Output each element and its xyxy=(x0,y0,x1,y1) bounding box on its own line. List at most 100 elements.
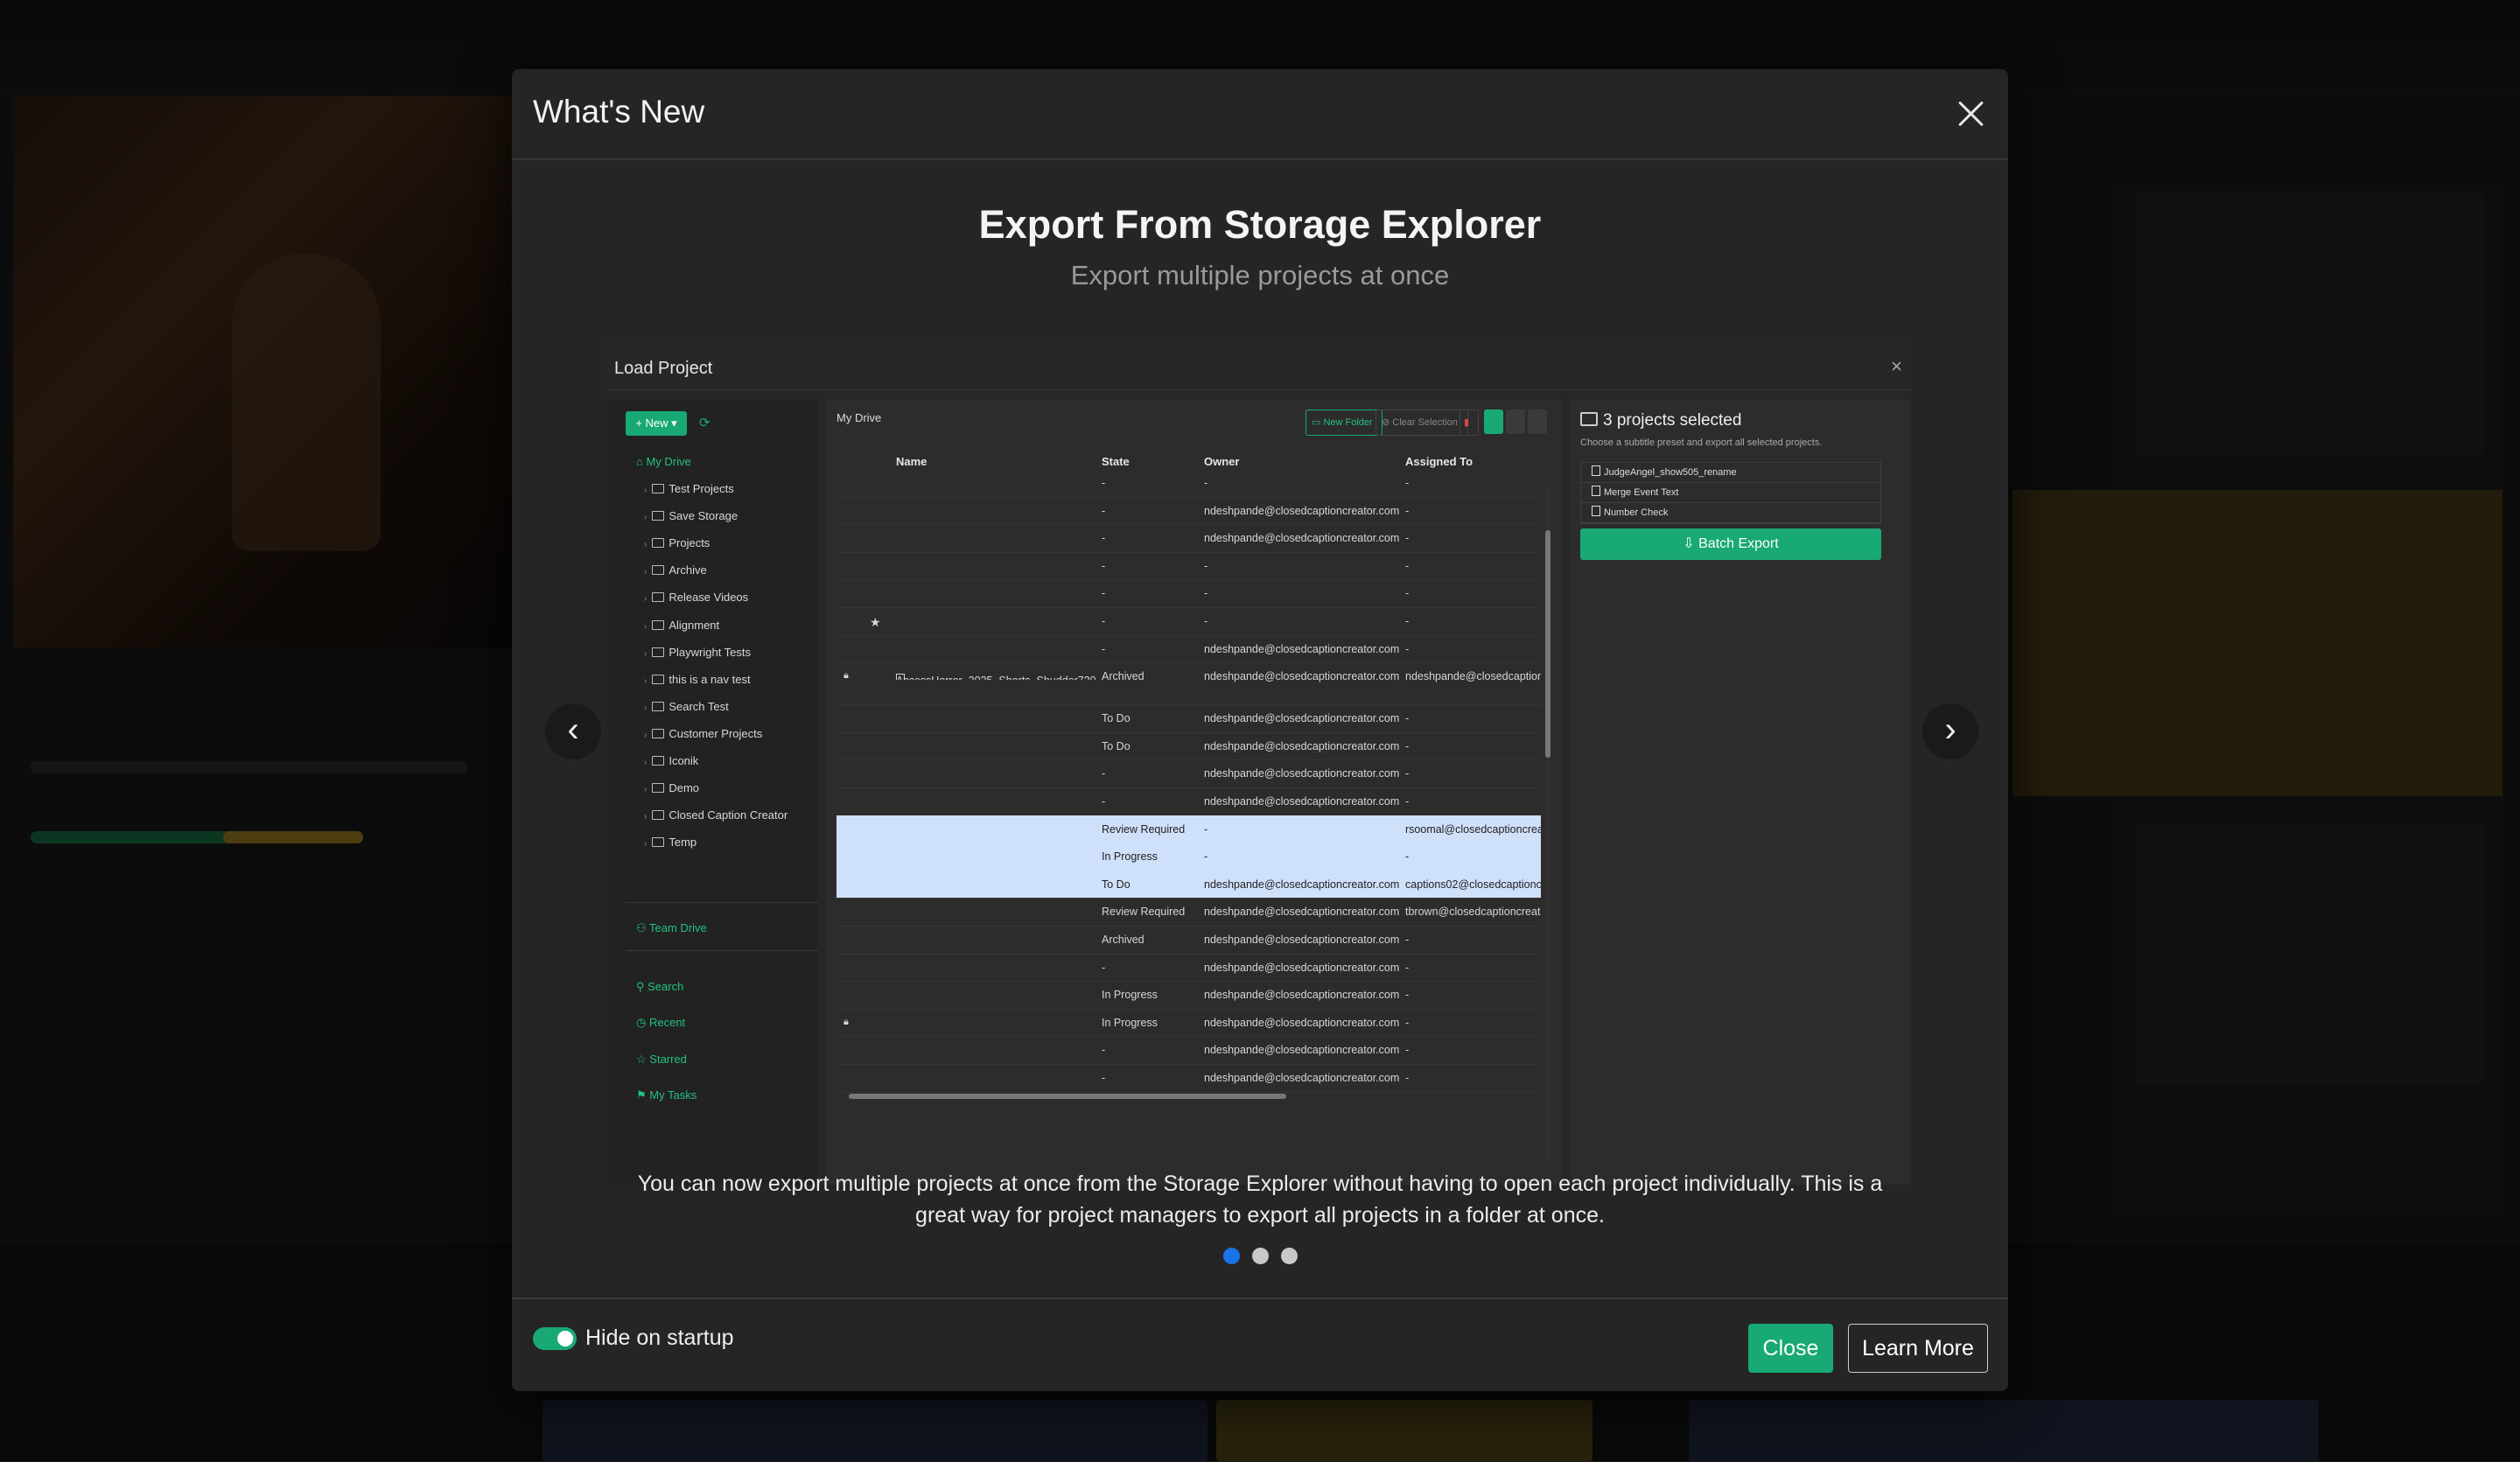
chevron-right-icon: › xyxy=(644,621,648,632)
folder-icon xyxy=(652,565,665,576)
batch-export-button: ⇩ Batch Export xyxy=(1580,528,1881,560)
folder-icon xyxy=(652,592,665,603)
folder-icon xyxy=(652,783,665,794)
folder-icon xyxy=(652,647,665,657)
horizontal-scrollbar xyxy=(849,1094,1286,1099)
list-item: Merge Event Text xyxy=(1581,483,1880,503)
table-row: Search Test--- xyxy=(836,552,1541,581)
sidebar-item-starred: ☆ Starred xyxy=(636,1053,687,1066)
batch-export-panel: 3 projects selected Choose a subtitle pr… xyxy=(1570,399,1911,1185)
search-icon: ⚲ xyxy=(636,980,648,993)
table-row: Number CheckTo Dondeshpande@closedcaptio… xyxy=(836,870,1541,899)
file-icon xyxy=(1592,486,1600,496)
slide-dot[interactable] xyxy=(1222,1248,1240,1264)
chevron-right-icon: › xyxy=(644,839,648,850)
table-row: SV Trailer Season01-ndeshpande@closedcap… xyxy=(836,1064,1541,1093)
trash-icon: ▮ xyxy=(1460,409,1479,436)
sidebar-item-search: ⚲ Search xyxy=(636,980,684,993)
chevron-right-icon: › xyxy=(644,648,648,659)
sidebar-folder: › Alignment xyxy=(644,618,720,632)
feature-description: You can now export multiple projects at … xyxy=(637,1172,1883,1228)
home-icon: ⌂ xyxy=(636,455,647,468)
folder-icon xyxy=(652,837,665,848)
sidebar-folder: › Save Storage xyxy=(644,509,738,523)
selection-count: 3 projects selected xyxy=(1580,411,1741,430)
download-icon: ⇩ xyxy=(1683,536,1699,551)
next-slide-button[interactable]: › xyxy=(1922,703,1978,759)
sidebar-folder: › Search Test xyxy=(644,699,729,713)
new-folder-button: ▭ New Folder xyxy=(1306,409,1382,436)
table-row: QC Assist Test-ndeshpande@closedcaptionc… xyxy=(836,954,1541,983)
table-row: CC Converter Release v3-4-19To Dondeshpa… xyxy=(836,704,1541,733)
column-owner: Owner xyxy=(1204,455,1240,468)
table-row: SCC Testing-ndeshpande@closedcaptioncrea… xyxy=(836,1036,1541,1065)
table-row: Inside Out 2-ndeshpande@closedcaptioncre… xyxy=(836,787,1541,816)
refresh-icon: ⟳ xyxy=(699,416,710,430)
learn-more-button[interactable]: Learn More xyxy=(1848,1324,1988,1373)
sidebar-folder: › Temp xyxy=(644,836,697,850)
load-project-title: Load Project xyxy=(614,359,713,378)
archive-view-icon xyxy=(1528,409,1547,434)
folder-icon xyxy=(652,756,665,766)
sidebar-folder: › Projects xyxy=(644,536,710,550)
table-row: Temp--- xyxy=(836,579,1541,608)
sidebar-item-my-tasks: ⚑ My Tasks xyxy=(636,1088,697,1102)
slide-indicators xyxy=(512,1248,2008,1269)
list-view-icon xyxy=(1506,409,1525,434)
whats-new-dialog: What's New Export From Storage Explorer … xyxy=(512,69,2008,1391)
dialog-footer: Hide on startup Close Learn More xyxy=(512,1298,2008,1393)
dialog-title: What's New xyxy=(533,94,705,129)
lock-icon: 🔒︎ xyxy=(844,1016,849,1027)
table-row: Release Videos-ndeshpande@closedcaptionc… xyxy=(836,497,1541,526)
slide-dot[interactable] xyxy=(1251,1248,1269,1264)
chevron-right-icon: › xyxy=(644,594,648,605)
table-row: One more Work OrderReview Requiredndeshp… xyxy=(836,898,1541,927)
sidebar-folder: › Customer Projects xyxy=(644,726,763,740)
column-name: Name xyxy=(896,455,928,468)
hide-on-startup-label: Hide on startup xyxy=(585,1326,734,1350)
close-icon[interactable] xyxy=(1950,94,1991,134)
column-state: State xyxy=(1102,455,1130,468)
tasks-icon: ⚑ xyxy=(636,1088,650,1102)
sidebar-item-team-drive: ⚇ Team Drive xyxy=(636,921,707,934)
feature-screenshot: Load Project × + New ▾ ⟳ ⌂ My Drive › Tes… xyxy=(607,338,1911,1185)
sidebar-item-my-drive: ⌂ My Drive xyxy=(636,455,691,468)
folder-icon xyxy=(652,728,665,738)
chevron-right-icon: › xyxy=(644,486,648,495)
sidebar-folder: › Closed Caption Creator xyxy=(644,808,788,822)
close-button[interactable]: Close xyxy=(1748,1324,1833,1373)
folder-icon xyxy=(652,674,665,684)
feature-subtitle: Export multiple projects at once xyxy=(1070,260,1450,290)
folder-icon xyxy=(652,511,665,521)
table-row: Harry Potter RECAPTo Dondeshpande@closed… xyxy=(836,732,1541,761)
box-icon xyxy=(1580,412,1598,426)
sidebar-folder: › Archive xyxy=(644,563,707,577)
chevron-right-icon: › xyxy=(644,540,648,550)
chevron-right-icon: › xyxy=(644,567,648,577)
chevron-right-icon: › xyxy=(644,675,648,686)
selection-subtitle: Choose a subtitle preset and export all … xyxy=(1580,437,1823,448)
slide-dot[interactable] xyxy=(1280,1248,1298,1264)
chevron-right-icon: › xyxy=(644,703,648,713)
folder-icon xyxy=(652,619,665,630)
previous-slide-button[interactable]: ‹ xyxy=(545,703,601,759)
table-row: JudgeAngel_show505_renameReview Required… xyxy=(836,815,1541,844)
folder-icon xyxy=(652,484,665,493)
star-icon: ☆ xyxy=(636,1053,650,1066)
storage-sidebar: + New ▾ ⟳ ⌂ My Drive › Test Projects › Save… xyxy=(607,399,818,1185)
team-icon: ⚇ xyxy=(636,921,650,934)
hide-on-startup-toggle[interactable] xyxy=(533,1327,577,1350)
sidebar-folder: › Test Projects xyxy=(644,482,734,495)
file-icon xyxy=(1592,506,1600,516)
table-row: Merge Event TextIn Progress-- xyxy=(836,843,1541,871)
new-button: + New ▾ xyxy=(626,411,687,436)
chevron-right-icon: › xyxy=(644,812,648,822)
folder-icon xyxy=(652,810,665,821)
folder-icon xyxy=(652,538,665,549)
table-row: 🔒︎AccessHorror_2025_Shorts_Shudder720Arc… xyxy=(836,662,1541,706)
folder-plus-icon: ▭ xyxy=(1312,417,1324,428)
dialog-header: What's New xyxy=(512,69,2008,160)
column-assigned-to: Assigned To xyxy=(1405,455,1474,468)
chevron-right-icon: › xyxy=(644,785,648,795)
breadcrumb: My Drive xyxy=(836,411,882,424)
